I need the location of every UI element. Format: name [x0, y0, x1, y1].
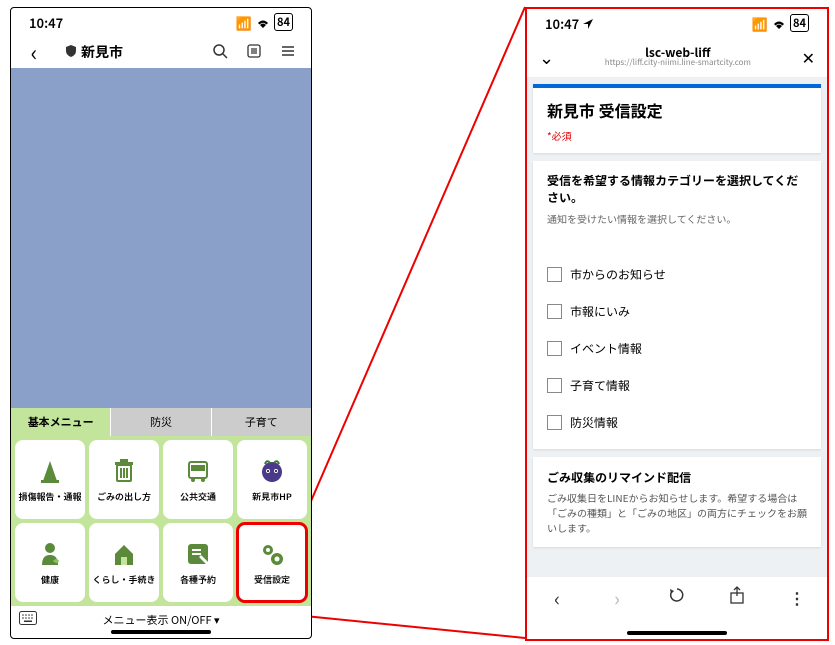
checkbox-icon: [547, 304, 562, 319]
trash-icon: [109, 456, 139, 486]
cell-life[interactable]: くらし・手続き: [89, 523, 159, 602]
status-bar: 10:47 📶 84: [11, 8, 311, 36]
body: 新見市 受信設定 *必須 受信を希望する情報カテゴリーを選択してください。 通知…: [527, 78, 827, 576]
keyboard-icon[interactable]: [19, 610, 37, 630]
home-indicator: [111, 630, 211, 634]
remind-title: ごみ収集のリマインド配信: [547, 469, 807, 486]
cell-hp[interactable]: 新見市HP: [237, 440, 307, 519]
home-indicator: [627, 631, 727, 635]
checkbox-icon: [547, 341, 562, 356]
checkbox-icon: [547, 267, 562, 282]
menu-grid: 損傷報告・通報 ごみの出し方 公共交通 新見市HP 健康: [11, 436, 311, 606]
battery-icon: 84: [790, 14, 809, 32]
house-icon: [109, 539, 139, 569]
title-card: 新見市 受信設定 *必須: [533, 84, 821, 153]
chevron-down-icon[interactable]: ⌄: [539, 44, 554, 70]
checkbox-option[interactable]: イベント情報: [547, 330, 807, 367]
gear-icon: [257, 539, 287, 569]
chat-background: [11, 68, 311, 408]
list-icon[interactable]: [241, 40, 267, 64]
remind-card: ごみ収集のリマインド配信 ごみ収集日をLINEからお知らせします。希望する場合は…: [533, 457, 821, 547]
nav-forward-icon[interactable]: ›: [607, 583, 627, 612]
tab-kosodate[interactable]: 子育て: [212, 408, 311, 436]
cell-trash[interactable]: ごみの出し方: [89, 440, 159, 519]
cell-report[interactable]: 損傷報告・通報: [15, 440, 85, 519]
cell-settings[interactable]: 受信設定: [237, 523, 307, 602]
status-time: 10:47: [545, 14, 579, 33]
cell-health[interactable]: 健康: [15, 523, 85, 602]
checkbox-list: 市からのお知らせ 市報にいみ イベント情報 子育て情報: [547, 256, 807, 441]
cone-icon: [35, 456, 65, 486]
nav-back-icon[interactable]: ‹: [547, 583, 567, 612]
category-card: 受信を希望する情報カテゴリーを選択してください。 通知を受けたい情報を選択してく…: [533, 161, 821, 449]
nav-more-icon[interactable]: ⋮: [787, 585, 807, 609]
close-icon[interactable]: ✕: [802, 45, 815, 69]
form-icon: [183, 539, 213, 569]
search-icon[interactable]: [207, 40, 233, 64]
form-title: 新見市 受信設定: [547, 98, 807, 122]
checkbox-option[interactable]: 市報にいみ: [547, 293, 807, 330]
chat-header: ‹ 新見市: [11, 36, 311, 68]
menu-tabs: 基本メニュー 防災 子育て: [11, 408, 311, 436]
cell-transport[interactable]: 公共交通: [163, 440, 233, 519]
right-phone: 10:47 📶 84 ⌄ lsc-web-liff https://liff.c…: [525, 7, 829, 641]
checkbox-option[interactable]: 市からのお知らせ: [547, 256, 807, 293]
cell-reserve[interactable]: 各種予約: [163, 523, 233, 602]
left-phone: 10:47 📶 84 ‹ 新見市 基本メニュー 防災 子育て: [10, 7, 312, 639]
tab-basic[interactable]: 基本メニュー: [11, 408, 111, 436]
status-right: 📶 84: [236, 13, 293, 32]
wifi-icon: [772, 14, 786, 33]
remind-desc: ごみ収集日をLINEからお知らせします。希望する場合は「ごみの種類」と「ごみの地…: [547, 490, 807, 535]
question-title: 受信を希望する情報カテゴリーを選択してください。: [547, 173, 807, 207]
nav-reload-icon[interactable]: [667, 585, 687, 609]
nav-share-icon[interactable]: [727, 585, 747, 609]
health-icon: [35, 539, 65, 569]
status-time: 10:47: [29, 13, 63, 32]
checkbox-option[interactable]: 子育て情報: [547, 367, 807, 404]
checkbox-icon: [547, 378, 562, 393]
mascot-icon: [257, 456, 287, 486]
signal-icon: 📶: [752, 14, 768, 33]
shield-icon: [65, 42, 77, 62]
signal-icon: 📶: [236, 13, 252, 32]
required-note: *必須: [547, 128, 807, 143]
page-url: https://liff.city-niimi.line-smartcity.c…: [554, 59, 802, 68]
tab-bousai[interactable]: 防災: [111, 408, 211, 436]
menu-icon[interactable]: [275, 40, 301, 64]
wifi-icon: [256, 13, 270, 32]
browser-nav: ‹ › ⋮: [527, 576, 827, 617]
checkbox-icon: [547, 415, 562, 430]
back-icon[interactable]: ‹: [21, 41, 47, 63]
status-bar: 10:47 📶 84: [527, 9, 827, 37]
bottom-toggle[interactable]: メニュー表示 ON/OFF ▾: [102, 612, 219, 628]
chat-title: 新見市: [55, 42, 199, 62]
question-sub: 通知を受けたい情報を選択してください。: [547, 211, 807, 226]
webview-header: ⌄ lsc-web-liff https://liff.city-niimi.l…: [527, 37, 827, 78]
header-center: lsc-web-liff https://liff.city-niimi.lin…: [554, 46, 802, 68]
checkbox-option[interactable]: 防災情報: [547, 404, 807, 441]
location-icon: [583, 14, 593, 33]
battery-icon: 84: [274, 13, 293, 31]
bus-icon: [183, 456, 213, 486]
